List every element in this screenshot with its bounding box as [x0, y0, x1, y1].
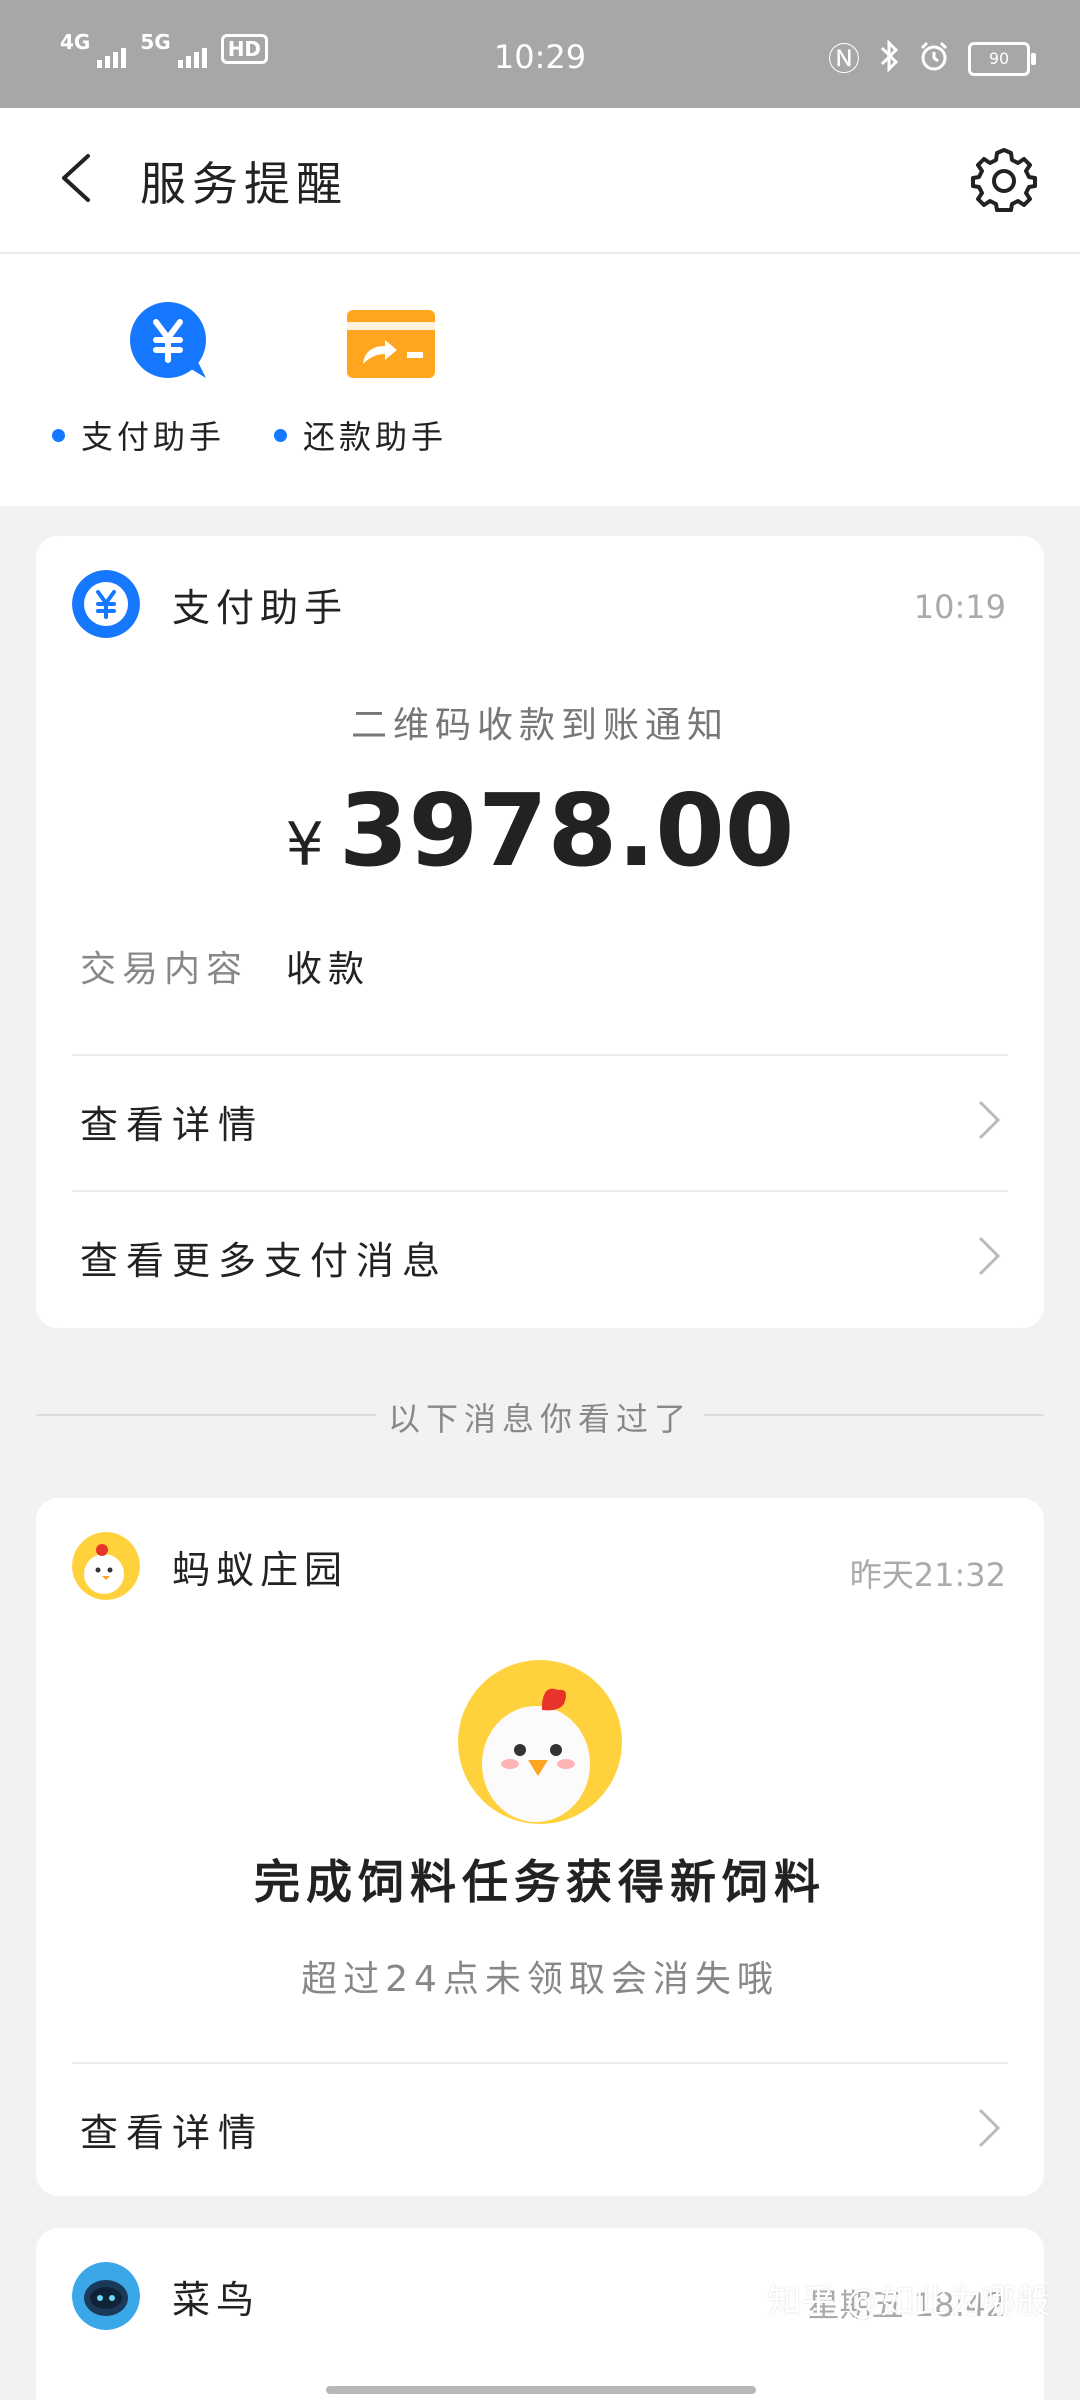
chicken-avatar-icon — [72, 1532, 140, 1600]
divider — [72, 1054, 1008, 1056]
unread-dot — [52, 428, 65, 442]
view-details-label: 查看详情 — [80, 2111, 265, 2155]
farm-view-details-row[interactable]: 查看详情 — [72, 2066, 1008, 2186]
quick-entry-repayment-assistant[interactable]: 还款助手 — [274, 300, 447, 458]
chevron-right-icon — [978, 2108, 1001, 2148]
back-arrow-icon[interactable] — [54, 152, 106, 204]
ant-farm-card: 蚂蚁庄园 昨天21:32 完成饲料任务获得新饲料 超过24点未领取会消失哦 查看… — [36, 1498, 1044, 2196]
battery-icon: 90 — [968, 42, 1036, 76]
chevron-right-icon — [978, 1236, 1001, 1276]
view-details-row[interactable]: 查看详情 — [72, 1058, 1008, 1178]
read-separator-text: 以下消息你看过了 — [387, 1400, 692, 1438]
notice-title: 二维码收款到账通知 — [350, 705, 729, 746]
card-time: 昨天21:32 — [849, 1556, 1006, 1594]
amount-value: 3978.00 — [338, 772, 795, 889]
farm-headline: 完成饲料任务获得新饲料 — [254, 1855, 826, 1909]
currency-symbol: ¥ — [285, 810, 324, 880]
status-icons: Ⓝ 90 — [827, 39, 1036, 78]
quick-entry-label: 支付助手 — [81, 418, 226, 456]
divider — [72, 2062, 1008, 2064]
chicken-illustration-icon — [458, 1660, 622, 1824]
gear-icon[interactable] — [968, 144, 1040, 216]
card-sender-name: 菜鸟 — [172, 2277, 261, 2322]
field-label: 交易内容 — [80, 949, 249, 990]
alarm-icon — [918, 40, 950, 78]
more-payment-messages-label: 查看更多支付消息 — [80, 1239, 449, 1283]
home-indicator[interactable] — [326, 2386, 756, 2394]
page-title: 服务提醒 — [140, 157, 348, 211]
more-payment-messages-row[interactable]: 查看更多支付消息 — [72, 1194, 1008, 1314]
yuan-chat-icon — [129, 302, 206, 378]
divider — [72, 1190, 1008, 1192]
quick-entry-payment-assistant[interactable]: 支付助手 — [52, 300, 225, 458]
quick-entry-label: 还款助手 — [303, 418, 448, 456]
bluetooth-icon — [878, 39, 900, 78]
screen: 4G 5G HD 10:29 Ⓝ 90 服务提醒 支付助手 还款助手 支付助手 … — [0, 0, 1080, 2400]
read-separator: 以下消息你看过了 — [36, 1394, 1044, 1438]
payment-assistant-avatar-icon — [72, 570, 140, 638]
status-bar: 4G 5G HD 10:29 Ⓝ 90 — [0, 0, 1080, 108]
unread-dot — [274, 428, 287, 442]
farm-subtext: 超过24点未领取会消失哦 — [301, 1959, 779, 2000]
cainiao-avatar-icon — [72, 2262, 140, 2330]
card-time: 10:19 — [913, 588, 1006, 626]
card-repay-icon — [346, 310, 435, 378]
quick-entries: 支付助手 还款助手 — [0, 254, 1080, 506]
header: 服务提醒 — [0, 108, 1080, 254]
nfc-icon: Ⓝ — [827, 40, 860, 78]
card-sender-name: 蚂蚁庄园 — [172, 1547, 349, 1592]
card-sender-name: 支付助手 — [172, 585, 349, 630]
field-value: 收款 — [286, 949, 371, 990]
amount-row: ¥ 3978.00 — [36, 772, 1044, 889]
chevron-right-icon — [978, 1100, 1001, 1140]
payment-notification-card: 支付助手 10:19 二维码收款到账通知 ¥ 3978.00 交易内容 收款 查… — [36, 536, 1044, 1328]
view-details-label: 查看详情 — [80, 1103, 265, 1147]
watermark: 知乎 @如此为哪般 — [767, 2282, 1050, 2322]
